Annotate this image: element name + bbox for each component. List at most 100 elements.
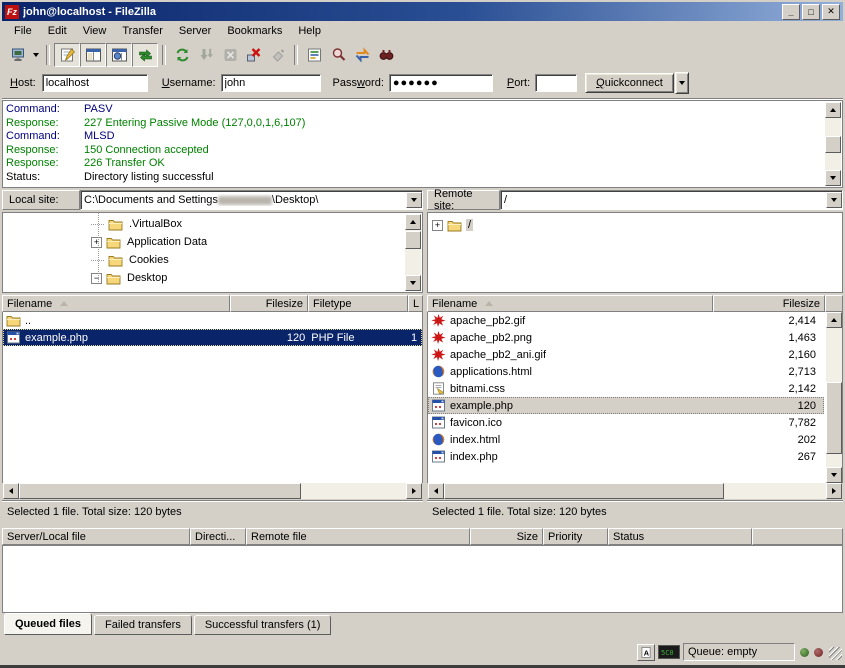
tree-item[interactable]: −Desktop bbox=[3, 269, 405, 287]
scroll-left-button[interactable] bbox=[428, 483, 444, 499]
quickconnect-dropdown[interactable] bbox=[675, 72, 689, 94]
local-hscrollbar[interactable] bbox=[3, 483, 422, 499]
data-type-indicator-icon[interactable]: A bbox=[637, 644, 655, 661]
menu-server[interactable]: Server bbox=[171, 23, 219, 39]
queue-col-server-local-file[interactable]: Server/Local file bbox=[2, 528, 190, 545]
toggle-message-log-button[interactable] bbox=[54, 43, 80, 67]
scroll-down-button[interactable] bbox=[825, 170, 841, 186]
menu-file[interactable]: File bbox=[6, 23, 40, 39]
quickconnect-bar: Host: Username: Password: Port: Quickcon… bbox=[2, 68, 843, 99]
toggle-local-tree-button[interactable] bbox=[80, 43, 106, 67]
username-input[interactable] bbox=[221, 74, 321, 92]
synchronized-browsing-button[interactable] bbox=[350, 44, 374, 66]
file-row[interactable]: example.php120 bbox=[428, 397, 824, 414]
port-input[interactable] bbox=[535, 74, 577, 92]
toggle-queue-button[interactable] bbox=[132, 43, 158, 67]
scroll-thumb[interactable] bbox=[19, 483, 301, 499]
scroll-down-button[interactable] bbox=[826, 467, 842, 483]
speed-limits-icon[interactable]: 5C0 bbox=[658, 645, 680, 659]
quickconnect-button[interactable]: Quickconnect bbox=[585, 73, 674, 93]
password-input[interactable] bbox=[389, 74, 493, 92]
panel-splitter[interactable] bbox=[423, 190, 427, 523]
scroll-thumb[interactable] bbox=[444, 483, 724, 499]
queue-col-remote-file[interactable]: Remote file bbox=[246, 528, 470, 545]
queue-col-status[interactable]: Status bbox=[608, 528, 752, 545]
menu-bookmarks[interactable]: Bookmarks bbox=[219, 23, 290, 39]
file-row[interactable]: .. bbox=[3, 312, 422, 329]
local-tree-scrollbar[interactable] bbox=[405, 214, 421, 291]
local-col-filename[interactable]: Filename bbox=[2, 295, 230, 312]
site-manager-dropdown[interactable] bbox=[30, 44, 42, 66]
log-scrollbar[interactable] bbox=[825, 102, 841, 186]
minimize-button[interactable]: _ bbox=[782, 4, 800, 20]
scroll-up-button[interactable] bbox=[826, 312, 842, 328]
toggle-remote-tree-button[interactable] bbox=[106, 43, 132, 67]
resize-grip[interactable] bbox=[829, 647, 842, 660]
remote-site-combo[interactable]: / bbox=[500, 190, 843, 210]
remote-hscrollbar[interactable] bbox=[428, 483, 842, 499]
file-row[interactable]: index.html202 bbox=[428, 431, 824, 448]
remote-col-filesize[interactable]: Filesize bbox=[713, 295, 825, 312]
file-row[interactable]: apache_pb2_ani.gif2,160 bbox=[428, 346, 824, 363]
title-bar[interactable]: Fz john@localhost - FileZilla _ □ ✕ bbox=[2, 2, 843, 21]
disconnect-button[interactable] bbox=[242, 44, 266, 66]
log-line-text: 226 Transfer OK bbox=[84, 157, 165, 171]
php-icon bbox=[431, 399, 446, 412]
menu-view[interactable]: View bbox=[75, 23, 115, 39]
refresh-button[interactable] bbox=[170, 44, 194, 66]
file-row[interactable]: example.php120PHP File1 bbox=[3, 329, 422, 346]
queue-col-size[interactable]: Size bbox=[470, 528, 543, 545]
cancel-operation-button[interactable] bbox=[218, 44, 242, 66]
host-input[interactable] bbox=[42, 74, 148, 92]
file-type-cell: PHP File bbox=[308, 332, 408, 344]
queue-col-direction[interactable]: Directi... bbox=[190, 528, 246, 545]
local-col-modified[interactable]: L bbox=[408, 295, 423, 312]
filter-button[interactable] bbox=[302, 44, 326, 66]
file-name-cell: example.php bbox=[428, 399, 713, 412]
expand-icon[interactable]: + bbox=[432, 220, 443, 231]
scroll-up-button[interactable] bbox=[405, 214, 421, 230]
menu-edit[interactable]: Edit bbox=[40, 23, 75, 39]
scroll-left-button[interactable] bbox=[3, 483, 19, 499]
scroll-thumb[interactable] bbox=[826, 382, 842, 454]
reconnect-button[interactable] bbox=[266, 44, 290, 66]
scroll-down-button[interactable] bbox=[405, 275, 421, 291]
local-site-combo[interactable]: C:\Documents and Settings\Desktop\ bbox=[80, 190, 423, 210]
find-files-button[interactable] bbox=[374, 44, 398, 66]
collapse-icon[interactable]: − bbox=[91, 273, 102, 284]
local-path-dropdown[interactable] bbox=[406, 192, 422, 208]
menu-help[interactable]: Help bbox=[290, 23, 329, 39]
tree-item[interactable]: +Application Data bbox=[3, 233, 405, 251]
queue-col-priority[interactable]: Priority bbox=[543, 528, 608, 545]
file-row[interactable]: bitnami.css2,142 bbox=[428, 380, 824, 397]
site-manager-button[interactable] bbox=[6, 44, 30, 66]
local-col-filesize[interactable]: Filesize bbox=[230, 295, 308, 312]
scroll-right-button[interactable] bbox=[826, 483, 842, 499]
close-button[interactable]: ✕ bbox=[822, 4, 840, 20]
menu-transfer[interactable]: Transfer bbox=[114, 23, 171, 39]
scroll-thumb[interactable] bbox=[405, 231, 421, 249]
scroll-thumb[interactable] bbox=[825, 136, 841, 153]
tree-item[interactable]: +/ bbox=[432, 216, 840, 234]
css-icon bbox=[431, 382, 446, 395]
tab-queued-files[interactable]: Queued files bbox=[4, 613, 92, 635]
file-row[interactable]: favicon.ico7,782 bbox=[428, 414, 824, 431]
process-queue-button[interactable] bbox=[194, 44, 218, 66]
tree-item[interactable]: Cookies bbox=[3, 251, 405, 269]
file-row[interactable]: applications.html2,713 bbox=[428, 363, 824, 380]
file-row[interactable]: apache_pb2.gif2,414 bbox=[428, 312, 824, 329]
remote-list-scrollbar[interactable] bbox=[826, 312, 842, 483]
scroll-right-button[interactable] bbox=[406, 483, 422, 499]
remote-path-dropdown[interactable] bbox=[826, 192, 842, 208]
expand-icon[interactable]: + bbox=[91, 237, 102, 248]
file-row[interactable]: index.php267 bbox=[428, 448, 824, 465]
tree-item[interactable]: .VirtualBox bbox=[3, 215, 405, 233]
scroll-up-button[interactable] bbox=[825, 102, 841, 118]
tab-failed-transfers[interactable]: Failed transfers bbox=[94, 615, 192, 635]
maximize-button[interactable]: □ bbox=[802, 4, 820, 20]
directory-comparison-button[interactable] bbox=[326, 44, 350, 66]
file-row[interactable]: apache_pb2.png1,463 bbox=[428, 329, 824, 346]
local-col-filetype[interactable]: Filetype bbox=[308, 295, 408, 312]
tab-successful-transfers[interactable]: Successful transfers (1) bbox=[194, 615, 332, 635]
remote-col-filename[interactable]: Filename bbox=[427, 295, 713, 312]
